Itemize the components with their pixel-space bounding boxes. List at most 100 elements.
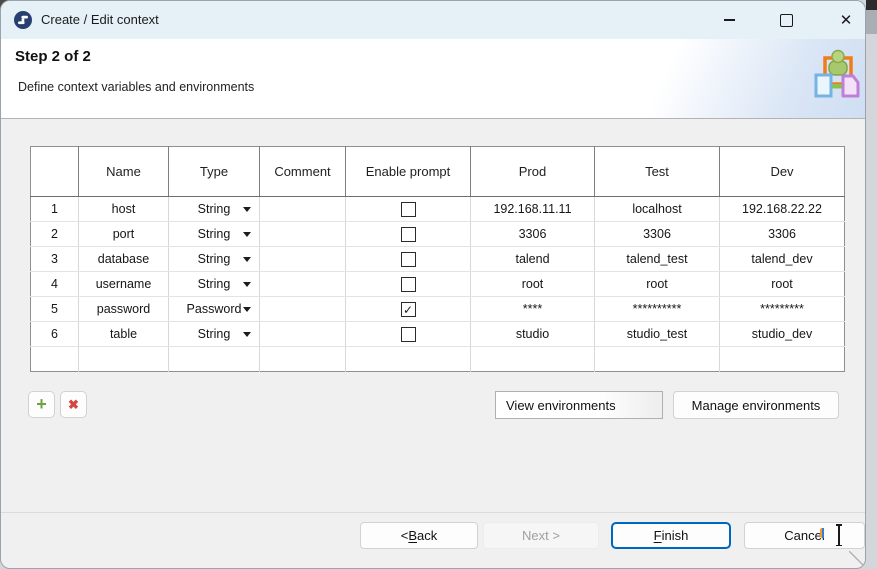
enable-prompt-checkbox[interactable]: ✓ xyxy=(401,327,416,342)
dev-value-cell[interactable]: 3306 xyxy=(720,222,845,247)
page-title: Step 2 of 2 xyxy=(15,48,91,65)
comment-cell[interactable] xyxy=(260,247,346,272)
test-value-cell[interactable]: 3306 xyxy=(595,222,720,247)
prod-value-cell[interactable] xyxy=(471,347,595,372)
enable-prompt-cell[interactable]: ✓ xyxy=(346,322,471,347)
manage-environments-button[interactable]: Manage environments xyxy=(673,391,839,419)
dev-value-cell[interactable]: 192.168.22.22 xyxy=(720,197,845,222)
test-value-cell[interactable]: ********** xyxy=(595,297,720,322)
test-value-cell[interactable]: studio_test xyxy=(595,322,720,347)
comment-cell[interactable] xyxy=(260,197,346,222)
prod-value-cell[interactable]: 3306 xyxy=(471,222,595,247)
add-variable-button[interactable]: + xyxy=(28,391,55,418)
enable-prompt-cell[interactable]: ✓ xyxy=(346,297,471,322)
enable-prompt-cell[interactable]: ✓ xyxy=(346,247,471,272)
next-button-disabled: Next > xyxy=(483,522,599,549)
dev-value-cell[interactable]: ********* xyxy=(720,297,845,322)
dev-value-cell[interactable]: talend_dev xyxy=(720,247,845,272)
variable-name-cell[interactable]: port xyxy=(79,222,169,247)
dev-value-cell[interactable] xyxy=(720,347,845,372)
test-value-cell[interactable] xyxy=(595,347,720,372)
prod-value-cell[interactable]: 192.168.11.11 xyxy=(471,197,595,222)
row-number-cell: 1 xyxy=(31,197,79,222)
table-row: 4usernameString✓rootrootroot xyxy=(31,272,845,297)
type-cell[interactable] xyxy=(169,347,260,372)
remove-variable-button[interactable]: ✖ xyxy=(60,391,87,418)
comment-cell[interactable] xyxy=(260,272,346,297)
type-combobox[interactable]: String xyxy=(169,272,260,297)
variable-name-cell[interactable] xyxy=(79,347,169,372)
context-group-icon xyxy=(813,48,861,100)
type-combobox[interactable]: String xyxy=(169,247,260,272)
backdrop-strip xyxy=(866,10,877,34)
manage-environments-label: Manage environments xyxy=(692,398,821,413)
chevron-down-icon xyxy=(243,257,251,262)
enable-prompt-cell[interactable]: ✓ xyxy=(346,222,471,247)
window-title: Create / Edit context xyxy=(41,1,159,39)
variable-name-cell[interactable]: table xyxy=(79,322,169,347)
talend-logo-icon xyxy=(14,11,32,29)
cancel-button[interactable]: Cancel xyxy=(744,522,865,549)
type-combobox[interactable]: String xyxy=(169,222,260,247)
prod-value-cell[interactable]: talend xyxy=(471,247,595,272)
row-number-cell: 6 xyxy=(31,322,79,347)
remove-x-icon: ✖ xyxy=(68,398,79,411)
comment-cell[interactable] xyxy=(260,297,346,322)
row-number-cell: 2 xyxy=(31,222,79,247)
resize-grip[interactable] xyxy=(849,551,865,567)
dev-value-cell[interactable]: studio_dev xyxy=(720,322,845,347)
back-label-rest: ack xyxy=(417,528,437,543)
close-button[interactable]: ✕ xyxy=(823,1,866,39)
titlebar[interactable]: Create / Edit context ✕ xyxy=(1,1,866,39)
cancel-label: Cancel xyxy=(784,528,824,543)
view-environments-button[interactable]: View environments xyxy=(495,391,663,419)
prod-value-cell[interactable]: **** xyxy=(471,297,595,322)
test-value-cell[interactable]: talend_test xyxy=(595,247,720,272)
table-row-empty xyxy=(31,347,845,372)
variable-name-cell[interactable]: username xyxy=(79,272,169,297)
column-header-test: Test xyxy=(595,147,720,197)
table-row: 1hostString ✓ 192.168.11.11localhost192.16… xyxy=(31,197,845,222)
finish-button[interactable]: Finish xyxy=(611,522,731,549)
column-header-type: Type xyxy=(169,147,260,197)
maximize-button[interactable] xyxy=(763,1,809,39)
enable-prompt-checkbox[interactable]: ✓ xyxy=(401,252,416,267)
next-label: Next > xyxy=(522,528,560,543)
type-combobox[interactable]: String xyxy=(169,197,260,222)
chevron-down-icon xyxy=(243,282,251,287)
back-label: < xyxy=(401,528,409,543)
enable-prompt-checkbox[interactable]: ✓ xyxy=(401,302,416,317)
minimize-button[interactable] xyxy=(706,1,752,39)
prod-value-cell[interactable]: studio xyxy=(471,322,595,347)
column-header-comment: Comment xyxy=(260,147,346,197)
enable-prompt-cell[interactable]: ✓ xyxy=(346,197,471,222)
maximize-icon xyxy=(780,14,793,27)
comment-cell[interactable] xyxy=(260,222,346,247)
comment-cell[interactable] xyxy=(260,322,346,347)
backdrop-strip-dark xyxy=(866,0,877,10)
enable-prompt-cell[interactable] xyxy=(346,347,471,372)
type-combobox[interactable]: String xyxy=(169,322,260,347)
row-number-cell[interactable] xyxy=(31,347,79,372)
type-combobox[interactable]: Password xyxy=(169,297,260,322)
context-variables-table: NameTypeCommentEnable promptProdTestDev … xyxy=(30,146,845,372)
column-header-dev: Dev xyxy=(720,147,845,197)
chevron-down-icon xyxy=(243,307,251,312)
test-value-cell[interactable]: root xyxy=(595,272,720,297)
variable-name-cell[interactable]: host xyxy=(79,197,169,222)
enable-prompt-checkbox[interactable]: ✓ xyxy=(401,277,416,292)
ibeam-cursor xyxy=(838,524,840,546)
variable-name-cell[interactable]: password xyxy=(79,297,169,322)
row-number-cell: 3 xyxy=(31,247,79,272)
enable-prompt-cell[interactable]: ✓ xyxy=(346,272,471,297)
dev-value-cell[interactable]: root xyxy=(720,272,845,297)
test-value-cell[interactable]: localhost xyxy=(595,197,720,222)
variable-name-cell[interactable]: database xyxy=(79,247,169,272)
enable-prompt-checkbox[interactable]: ✓ xyxy=(401,227,416,242)
comment-cell[interactable] xyxy=(260,347,346,372)
prod-value-cell[interactable]: root xyxy=(471,272,595,297)
back-button[interactable]: < Back xyxy=(360,522,478,549)
finish-label-rest: inish xyxy=(662,528,689,543)
finish-mnemonic: F xyxy=(654,528,662,543)
enable-prompt-checkbox[interactable]: ✓ xyxy=(401,202,416,217)
